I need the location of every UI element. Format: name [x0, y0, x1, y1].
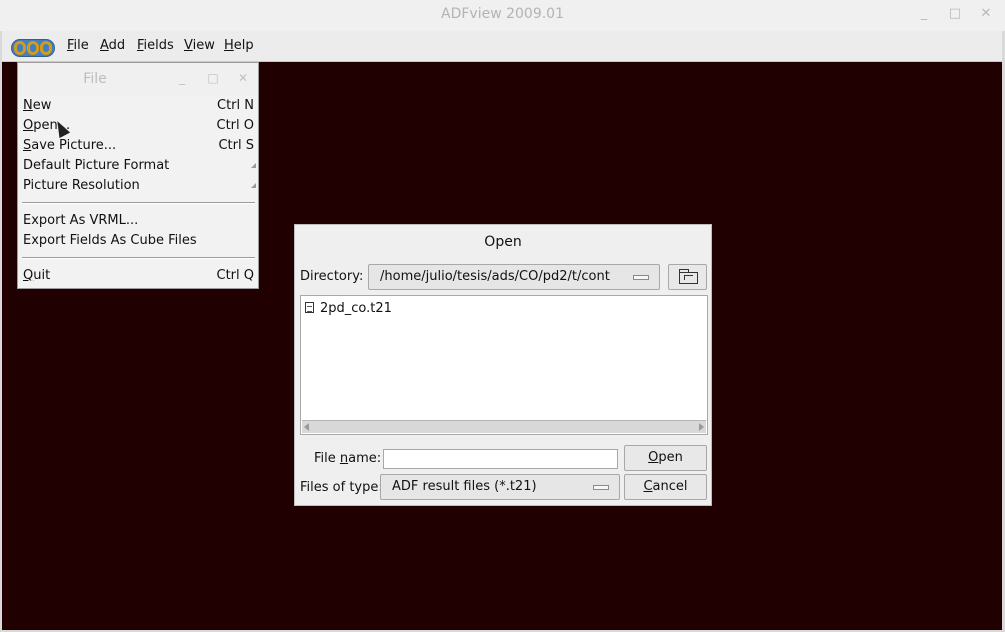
menu-view[interactable]: View	[184, 38, 215, 53]
menu-add-mnemonic: A	[100, 38, 109, 53]
scroll-left-icon[interactable]	[304, 423, 309, 431]
label-part: ame:	[348, 451, 382, 466]
menu-item-shortcut: Ctrl S	[218, 138, 254, 153]
open-dialog: Open Directory: /home/julio/tesis/ads/CO…	[294, 224, 712, 506]
files-of-type-value: ADF result files (*.t21)	[392, 479, 537, 494]
dialog-title: Open	[484, 234, 522, 250]
menu-item-label: Default Picture Format	[23, 158, 170, 173]
files-of-type-label: Files of type:	[300, 480, 383, 495]
menu-item-export-cube-files[interactable]: Export Fields As Cube Files	[23, 231, 258, 251]
menu-add-label: dd	[108, 38, 126, 53]
file-menu: File _ □ ✕ New Ctrl N Open... Ctrl O Sav…	[17, 62, 259, 289]
menu-separator	[22, 202, 255, 204]
maximize-icon[interactable]: □	[206, 71, 220, 85]
menu-item-mnemonic: O	[23, 118, 34, 133]
menu-item-mnemonic: Q	[23, 268, 34, 283]
file-name-input[interactable]	[383, 449, 618, 469]
menubar: File Add Fields View Help	[2, 31, 1002, 62]
menu-item-new[interactable]: New Ctrl N	[23, 96, 258, 116]
menu-add[interactable]: Add	[100, 38, 125, 53]
scroll-right-icon[interactable]	[699, 423, 704, 431]
file-name-text: 2pd_co.t21	[320, 301, 392, 316]
close-icon[interactable]: ✕	[236, 71, 250, 85]
menu-item-label: ew	[32, 98, 52, 113]
file-list[interactable]: 2pd_co.t21	[300, 295, 708, 435]
menu-item-label: Export As VRML...	[23, 213, 139, 228]
horizontal-scrollbar[interactable]	[302, 420, 706, 433]
up-directory-button[interactable]	[668, 264, 707, 290]
directory-label: Directory:	[300, 269, 364, 284]
menu-item-label: Export Fields As Cube Files	[23, 233, 197, 248]
button-mnemonic: C	[643, 479, 653, 494]
menu-item-label: ave Picture...	[31, 138, 117, 153]
minimize-icon[interactable]: _	[916, 6, 932, 22]
file-name-label: File name:	[314, 451, 381, 466]
window-titlebar: ADFview 2009.01 _ □ ✕	[0, 0, 1005, 31]
files-of-type-select[interactable]: ADF result files (*.t21)	[380, 474, 620, 500]
menu-item-shortcut: Ctrl O	[216, 118, 255, 133]
button-mnemonic: O	[648, 450, 659, 465]
menu-item-picture-resolution[interactable]: Picture Resolution	[23, 176, 258, 196]
menu-separator	[22, 257, 255, 259]
directory-select[interactable]: /home/julio/tesis/ads/CO/pd2/t/cont	[368, 264, 660, 290]
file-menu-titlebar: File _ □ ✕	[18, 63, 258, 95]
open-button[interactable]: Open	[624, 445, 707, 471]
menu-view-mnemonic: V	[184, 38, 193, 53]
file-menu-title: File	[83, 71, 107, 87]
minimize-icon[interactable]: _	[175, 71, 189, 85]
dropdown-icon	[633, 275, 649, 280]
menu-help-label: elp	[233, 38, 254, 53]
window-title: ADFview 2009.01	[441, 6, 564, 22]
button-label: pen	[658, 450, 683, 465]
label-part: File	[314, 451, 340, 466]
menu-fields[interactable]: Fields	[137, 38, 174, 53]
dropdown-icon	[593, 485, 609, 490]
file-list-item[interactable]: 2pd_co.t21	[305, 300, 392, 318]
menu-fields-label: ields	[143, 38, 174, 53]
window-border-left	[0, 31, 2, 632]
cancel-button[interactable]: Cancel	[624, 474, 707, 500]
menu-item-shortcut: Ctrl Q	[216, 268, 255, 283]
menu-help-mnemonic: H	[224, 38, 234, 53]
menu-item-quit[interactable]: Quit Ctrl Q	[23, 266, 258, 286]
menu-item-shortcut: Ctrl N	[217, 98, 254, 113]
close-icon[interactable]: ✕	[978, 6, 994, 22]
menu-view-label: iew	[192, 38, 215, 53]
button-label: ancel	[652, 479, 688, 494]
menu-item-default-picture-format[interactable]: Default Picture Format	[23, 156, 258, 176]
submenu-arrow-icon	[251, 163, 256, 168]
menu-file[interactable]: File	[67, 38, 89, 53]
maximize-icon[interactable]: □	[947, 6, 963, 22]
directory-value: /home/julio/tesis/ads/CO/pd2/t/cont	[380, 269, 610, 284]
submenu-arrow-icon	[251, 183, 256, 188]
file-icon	[305, 302, 314, 313]
sch-logo-icon[interactable]	[11, 39, 55, 57]
menu-help[interactable]: Help	[224, 38, 254, 53]
menu-item-save-picture[interactable]: Save Picture... Ctrl S	[23, 136, 258, 156]
menu-item-label: Picture Resolution	[23, 178, 140, 193]
menu-item-mnemonic: N	[23, 98, 33, 113]
menu-item-export-vrml[interactable]: Export As VRML...	[23, 211, 258, 231]
folder-up-icon	[679, 269, 698, 284]
menu-item-label: uit	[33, 268, 51, 283]
menu-file-label: ile	[73, 38, 89, 53]
label-mnemonic: n	[339, 451, 349, 466]
